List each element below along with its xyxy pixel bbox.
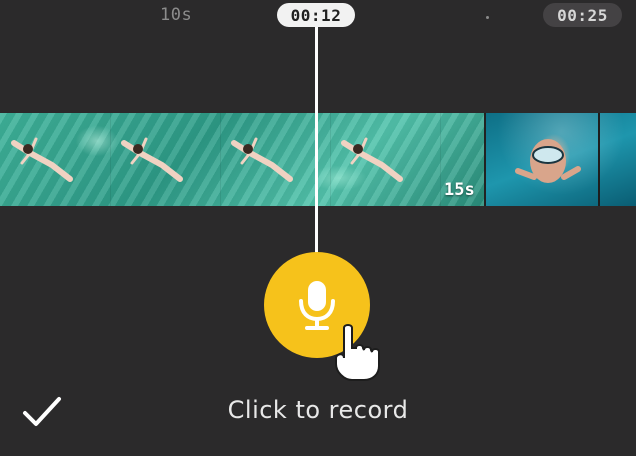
clip-floating-swimmer[interactable]: [0, 113, 485, 206]
ruler-tick-label: 10s: [160, 5, 193, 25]
current-time-badge: 00:12: [277, 3, 355, 27]
swimmer-figure: [11, 137, 73, 182]
playhead[interactable]: [315, 27, 318, 255]
record-hint: Click to record: [227, 396, 409, 424]
clip-snorkel-diver[interactable]: [484, 113, 636, 206]
swimmer-figure: [231, 137, 293, 182]
hand-pointer-icon: [335, 324, 380, 381]
clip-duration-badge: 15s: [444, 180, 475, 200]
video-track[interactable]: [0, 113, 636, 206]
swimmer-figure: [121, 137, 183, 182]
end-time-badge: 00:25: [543, 3, 622, 27]
timeline-ruler: 10s 00:12 00:25: [0, 0, 636, 40]
diver-figure: [515, 139, 582, 183]
ruler-dot: [486, 16, 489, 19]
clip-split: [598, 113, 601, 206]
swimmer-figure: [341, 137, 403, 182]
